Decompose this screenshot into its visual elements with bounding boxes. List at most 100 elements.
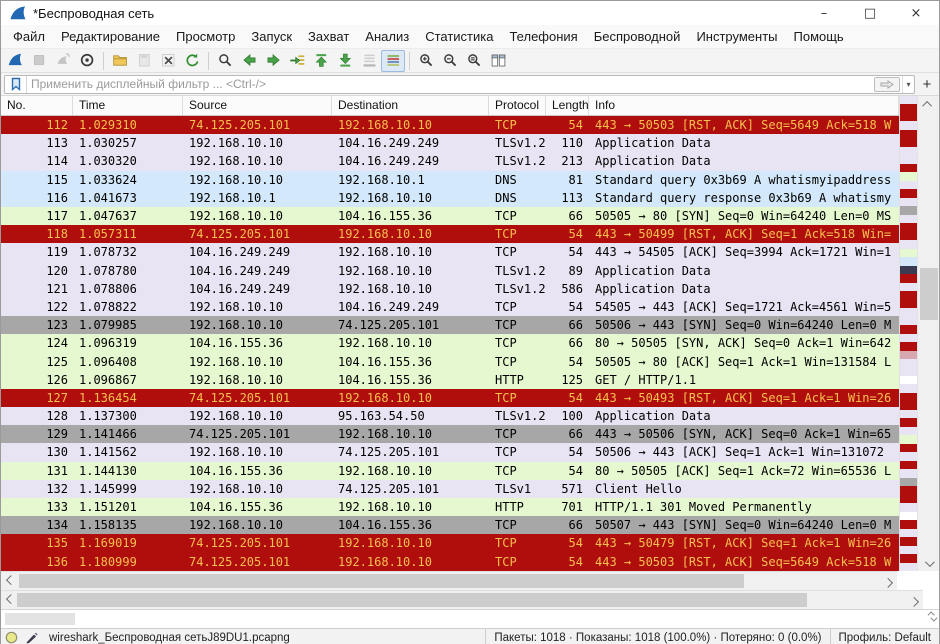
packet-row-126[interactable]: 1261.096867192.168.10.10104.16.155.36HTT… [1,371,899,389]
mini-scroll-arrows[interactable] [930,611,935,622]
packet-row-121[interactable]: 1211.078806104.16.249.249192.168.10.10TL… [1,280,899,298]
packet-row-133[interactable]: 1331.151201104.16.155.36192.168.10.10HTT… [1,498,899,516]
column-header-info[interactable]: Info [589,96,899,115]
packet-row-129[interactable]: 1291.14146674.125.205.101192.168.10.10TC… [1,425,899,443]
scroll-left-arrow-2[interactable] [1,591,17,609]
open-file-button[interactable] [108,50,132,72]
packet-row-112[interactable]: 1121.02931074.125.205.101192.168.10.10TC… [1,116,899,134]
capture-comment-button[interactable] [21,629,41,644]
capture-options-button[interactable] [75,50,99,72]
scroll-down-arrow[interactable] [918,555,939,571]
packet-row-135[interactable]: 1351.16901974.125.205.101192.168.10.10TC… [1,534,899,552]
menu-5[interactable]: Захват [300,26,357,47]
minimap-stripe [900,393,917,401]
intelligent-scrollbar-minimap[interactable] [899,96,917,571]
close-file-button[interactable] [156,50,180,72]
apply-arrow-icon [880,80,894,89]
packet-row-114[interactable]: 1141.030320192.168.10.10104.16.249.249TL… [1,152,899,170]
vertical-scrollbar-thumb[interactable] [920,268,938,320]
zoom-out-button[interactable] [438,50,462,72]
hscrollbar-thumb-2[interactable] [17,593,807,607]
menu-9[interactable]: Беспроводной [586,26,689,47]
cell-no: 127 [1,391,73,405]
reload-file-button[interactable] [180,50,204,72]
cell-info: 443 → 50499 [RST, ACK] Seq=1 Ack=518 Win… [589,227,899,241]
restart-capture-button[interactable] [51,50,75,72]
menu-11[interactable]: Помощь [786,26,852,47]
column-header-source[interactable]: Source [183,96,332,115]
cell-time: 1.029310 [73,118,183,132]
profile-indicator[interactable]: Профиль: Default [830,629,939,644]
packet-row-128[interactable]: 1281.137300192.168.10.1095.163.54.50TLSv… [1,407,899,425]
expert-info-button[interactable] [1,629,21,644]
filter-bookmark-button[interactable] [5,76,27,93]
auto-scroll-button[interactable] [357,50,381,72]
column-header-destination[interactable]: Destination [332,96,489,115]
packet-row-120[interactable]: 1201.078780104.16.249.249192.168.10.10TL… [1,262,899,280]
packet-row-117[interactable]: 1171.047637192.168.10.10104.16.155.36TCP… [1,207,899,225]
menu-1[interactable]: Файл [5,26,53,47]
hscrollbar-thumb[interactable] [19,574,744,588]
maximize-button[interactable]: □ [847,1,893,25]
menu-4[interactable]: Запуск [243,26,300,47]
packet-row-132[interactable]: 1321.145999192.168.10.1074.125.205.101TL… [1,480,899,498]
packet-row-116[interactable]: 1161.041673192.168.10.1192.168.10.10DNS1… [1,189,899,207]
menu-10[interactable]: Инструменты [688,26,785,47]
close-button[interactable]: × [893,1,939,25]
add-filter-button[interactable]: + [918,75,936,94]
packet-row-136[interactable]: 1361.18099974.125.205.101192.168.10.10TC… [1,553,899,571]
cell-dst: 192.168.10.10 [332,500,489,514]
menu-8[interactable]: Телефония [501,26,585,47]
menu-3[interactable]: Просмотр [168,26,243,47]
capture-filename[interactable]: wireshark_Беспроводная сетьJ89DU1.pcapng [49,632,290,644]
packet-row-125[interactable]: 1251.096408192.168.10.10104.16.155.36TCP… [1,352,899,370]
packet-row-115[interactable]: 1151.033624192.168.10.10192.168.10.1DNS8… [1,171,899,189]
start-capture-button[interactable] [3,50,27,72]
scroll-up-arrow[interactable] [918,96,939,112]
packet-row-122[interactable]: 1221.078822192.168.10.10104.16.249.249TC… [1,298,899,316]
go-to-packet-button[interactable] [285,50,309,72]
filter-dropdown-caret[interactable]: ▾ [902,76,914,93]
packet-row-113[interactable]: 1131.030257192.168.10.10104.16.249.249TL… [1,134,899,152]
packet-list-hscrollbar[interactable] [1,571,897,590]
column-header-no[interactable]: No. [1,96,73,115]
resize-columns-button[interactable] [486,50,510,72]
packet-row-130[interactable]: 1301.141562192.168.10.1074.125.205.101TC… [1,443,899,461]
display-filter-input[interactable] [27,77,874,91]
secondary-hscrollbar[interactable] [1,590,923,609]
minimize-button[interactable]: – [801,1,847,25]
cell-dst: 104.16.155.36 [332,373,489,387]
cell-proto: TCP [489,336,546,350]
zoom-original-button[interactable] [462,50,486,72]
stop-capture-button[interactable] [27,50,51,72]
packet-row-118[interactable]: 1181.05731174.125.205.101192.168.10.10TC… [1,225,899,243]
go-to-top-button[interactable] [309,50,333,72]
menu-6[interactable]: Анализ [357,26,417,47]
go-forward-button[interactable] [261,50,285,72]
vertical-scrollbar[interactable] [917,96,939,571]
menu-7[interactable]: Статистика [417,26,501,47]
column-header-time[interactable]: Time [73,96,183,115]
apply-filter-button[interactable] [874,77,900,92]
find-packet-button[interactable] [213,50,237,72]
cell-info: 50507 → 443 [SYN] Seq=0 Win=64240 Len=0 … [589,518,899,532]
packet-row-134[interactable]: 1341.158135192.168.10.10104.16.155.36TCP… [1,516,899,534]
save-file-button[interactable] [132,50,156,72]
column-header-protocol[interactable]: Protocol [489,96,546,115]
go-back-button[interactable] [237,50,261,72]
scroll-right-arrow-2[interactable] [907,591,923,609]
packet-row-119[interactable]: 1191.078732104.16.249.249192.168.10.10TC… [1,243,899,261]
colorize-button[interactable] [381,50,405,72]
packet-row-124[interactable]: 1241.096319104.16.155.36192.168.10.10TCP… [1,334,899,352]
column-header-length[interactable]: Length [546,96,589,115]
packet-row-123[interactable]: 1231.079985192.168.10.1074.125.205.101TC… [1,316,899,334]
cell-no: 119 [1,245,73,259]
packet-row-131[interactable]: 1311.144130104.16.155.36192.168.10.10TCP… [1,462,899,480]
zoom-in-button[interactable] [414,50,438,72]
menu-2[interactable]: Редактирование [53,26,168,47]
packet-row-127[interactable]: 1271.13645474.125.205.101192.168.10.10TC… [1,389,899,407]
cell-proto: TCP [489,555,546,569]
go-to-bottom-button[interactable] [333,50,357,72]
scroll-left-arrow[interactable] [1,572,17,590]
scroll-right-arrow[interactable] [881,572,897,590]
